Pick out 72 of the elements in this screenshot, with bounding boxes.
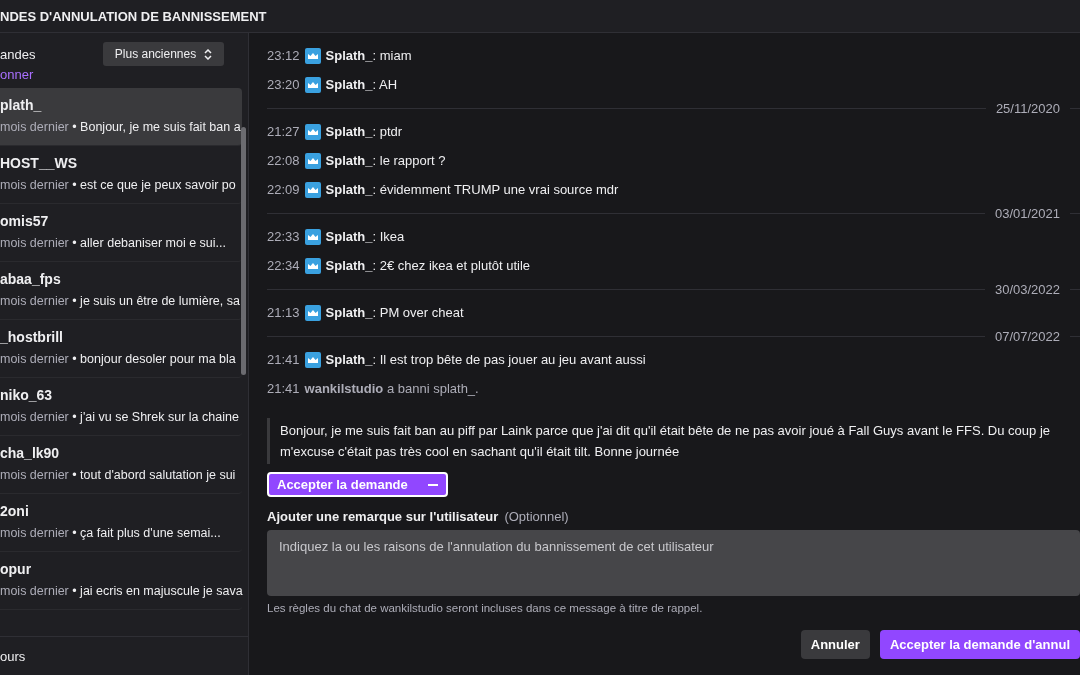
request-username: cha_lk90 <box>0 445 61 461</box>
updown-caret-icon <box>204 48 213 60</box>
request-username: plath_ <box>0 97 43 113</box>
chat-message: Splath_: Ikea <box>325 229 405 244</box>
select-link[interactable]: onner <box>0 67 36 82</box>
chat-message: Splath_: AH <box>325 77 398 92</box>
request-item[interactable]: plath_ mois dernier • Bonjour, je me suis fait ban a <box>0 88 242 146</box>
crown-badge-icon <box>304 181 321 198</box>
chat-message: Splath_: le rapport ? <box>325 153 446 168</box>
accept-button[interactable]: Accepter la demande d'annul <box>879 630 1080 659</box>
chat-message: Splath_: Il est trop bête de pas jouer au jeu avant aussi <box>325 352 646 367</box>
request-username: HOST__WS <box>0 155 78 171</box>
request-preview: mois dernier • aller debaniser moi e sui... <box>0 236 228 250</box>
message-time: 23:12 <box>267 48 300 63</box>
message-time: 21:41 <box>267 381 300 396</box>
request-item[interactable]: cha_lk90 mois dernier • tout d'abord salutation je sui <box>0 436 242 494</box>
request-preview: mois dernier • je suis un être de lumière, sa <box>0 294 241 308</box>
filter-label: andes <box>0 47 36 62</box>
chat-message: Splath_: évidemment TRUMP une vrai source mdr <box>325 182 619 197</box>
ban-event-text: wankilstudio a banni splath_. <box>304 381 479 396</box>
rules-hint: Les règles du chat de wankilstudio seront incluses dans ce message à titre de rappel. <box>267 602 704 614</box>
crown-badge-icon <box>304 304 321 321</box>
request-username: abaa_fps <box>0 271 62 287</box>
message-time: 22:33 <box>267 229 300 244</box>
chat-message: Splath_: PM over cheat <box>325 305 464 320</box>
request-message: Bonjour, je me suis fait ban au piff par Laink parce que j'ai dit qu'il était bête de ne pas avoir joué à Fall Guys avant le FFS. Du coup je m'excuse c'était pas très cool en sachant qu'il était tilt. Bonne journée <box>267 418 1080 464</box>
crown-badge-icon <box>304 76 321 93</box>
decision-dropdown[interactable]: Accepter la demande <box>267 472 448 497</box>
message-time: 21:27 <box>267 124 300 139</box>
request-username: _hostbrill <box>0 329 64 345</box>
message-time: 22:08 <box>267 153 300 168</box>
page-title: NDES D'ANNULATION DE BANNISSEMENT <box>0 8 267 24</box>
request-preview: mois dernier • est ce que je peux savoir po <box>0 178 237 192</box>
minus-icon <box>427 483 438 486</box>
message-time: 21:13 <box>267 305 300 320</box>
scrollbar-thumb[interactable] <box>241 127 246 375</box>
message-time: 23:20 <box>267 77 300 92</box>
request-username: omis57 <box>0 213 50 229</box>
request-preview: mois dernier • ça fait plus d'une semai... <box>0 526 222 540</box>
chat-message: Splath_: miam <box>325 48 412 63</box>
optional-label: (Optionnel) <box>504 509 569 524</box>
date-separator: 03/01/2021 <box>994 205 1060 221</box>
cancel-button[interactable]: Annuler <box>800 630 870 659</box>
date-separator: 07/07/2022 <box>994 328 1060 344</box>
request-preview: mois dernier • tout d'abord salutation je sui <box>0 468 237 482</box>
crown-badge-icon <box>304 47 321 64</box>
request-item[interactable]: opur mois dernier • jai ecris en majuscule je sava <box>0 552 242 610</box>
footer-label: ours <box>0 648 26 664</box>
crown-badge-icon <box>304 228 321 245</box>
chat-message: Splath_: ptdr <box>325 124 403 139</box>
message-time: 22:34 <box>267 258 300 273</box>
crown-badge-icon <box>304 123 321 140</box>
request-username: 2oni <box>0 503 30 519</box>
date-separator: 30/03/2022 <box>994 281 1060 297</box>
chat-message: Splath_: 2€ chez ikea et plutôt utile <box>325 258 531 273</box>
request-username: niko_63 <box>0 387 54 403</box>
message-time: 22:09 <box>267 182 300 197</box>
request-item[interactable]: niko_63 mois dernier • j'ai vu se Shrek sur la chaine <box>0 378 242 436</box>
note-field[interactable]: Indiquez la ou les raisons de l'annulation du bannissement de cet utilisateur <box>267 530 1080 596</box>
sort-dropdown[interactable]: Plus anciennes <box>103 42 224 66</box>
request-preview: mois dernier • j'ai vu se Shrek sur la chaine <box>0 410 240 424</box>
crown-badge-icon <box>304 257 321 274</box>
request-preview: mois dernier • Bonjour, je me suis fait ban a <box>0 120 242 134</box>
request-item[interactable]: 2oni mois dernier • ça fait plus d'une semai... <box>0 494 242 552</box>
request-preview: mois dernier • bonjour desoler pour ma bla <box>0 352 237 366</box>
crown-badge-icon <box>304 351 321 368</box>
note-label: Ajouter une remarque sur l'utilisateur <box>267 509 499 524</box>
request-preview: mois dernier • jai ecris en majuscule je sava <box>0 584 242 598</box>
date-separator: 25/11/2020 <box>995 100 1060 116</box>
crown-badge-icon <box>304 152 321 169</box>
request-username: opur <box>0 561 33 577</box>
message-time: 21:41 <box>267 352 300 367</box>
